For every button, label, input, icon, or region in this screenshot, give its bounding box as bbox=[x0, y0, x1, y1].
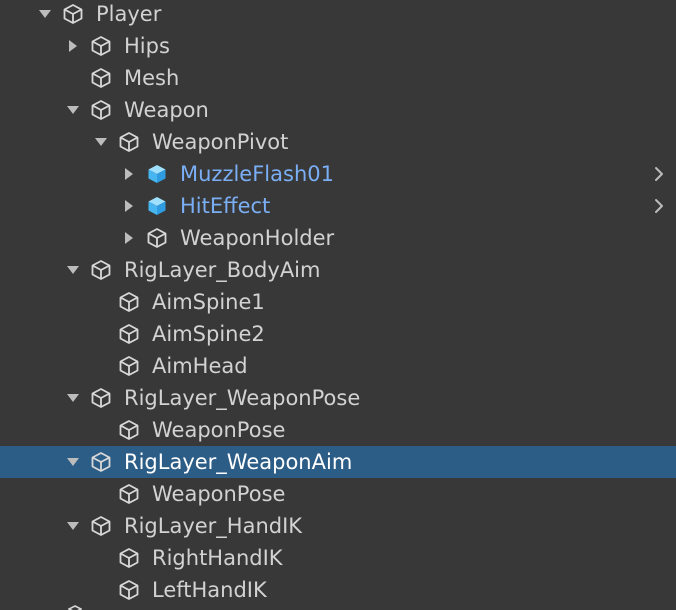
hierarchy-item-label: Mesh bbox=[124, 66, 180, 90]
hierarchy-row[interactable]: WeaponPose bbox=[0, 478, 676, 510]
hierarchy-item-label: MuzzleFlash01 bbox=[180, 162, 334, 186]
hierarchy-row[interactable]: AimSpine1 bbox=[0, 286, 676, 318]
hierarchy-item-label: Weapon bbox=[124, 98, 209, 122]
expand-arrow-right-icon[interactable] bbox=[64, 37, 82, 55]
expand-arrow-down-icon[interactable] bbox=[36, 5, 54, 23]
gameobject-cube-icon bbox=[118, 579, 140, 601]
expand-arrow-down-icon[interactable] bbox=[64, 261, 82, 279]
hierarchy-row[interactable]: HitEffect bbox=[0, 190, 676, 222]
hierarchy-item-label: RigLayer_WeaponAim bbox=[124, 450, 353, 474]
hierarchy-row[interactable]: LeftHandIK bbox=[0, 574, 676, 606]
hierarchy-item-label: WeaponHolder bbox=[180, 226, 335, 250]
hierarchy-item-label: LeftHandIK bbox=[152, 578, 267, 602]
hierarchy-item-label: HitEffect bbox=[180, 194, 271, 218]
hierarchy-row[interactable]: WeaponPose bbox=[0, 414, 676, 446]
expand-arrow-right-icon[interactable] bbox=[120, 165, 138, 183]
gameobject-cube-icon bbox=[90, 35, 112, 57]
hierarchy-row[interactable]: MuzzleFlash01 bbox=[0, 158, 676, 190]
expand-arrow-down-icon[interactable] bbox=[64, 517, 82, 535]
expand-arrow-right-icon[interactable] bbox=[120, 197, 138, 215]
gameobject-cube-icon bbox=[118, 355, 140, 377]
gameobject-cube-icon bbox=[90, 67, 112, 89]
hierarchy-row[interactable]: RightHandIK bbox=[0, 542, 676, 574]
hierarchy-row[interactable]: RigLayer_WeaponAim bbox=[0, 446, 676, 478]
hierarchy-item-label: RigLayer_WeaponPose bbox=[124, 386, 361, 410]
hierarchy-row[interactable]: RigLayer_HandIK bbox=[0, 510, 676, 542]
gameobject-cube-icon bbox=[90, 515, 112, 537]
hierarchy-row[interactable]: Player bbox=[0, 0, 676, 30]
expand-arrow-down-icon[interactable] bbox=[64, 101, 82, 119]
gameobject-cube-icon bbox=[118, 291, 140, 313]
expand-arrow-down-icon[interactable] bbox=[92, 133, 110, 151]
chevron-right-icon[interactable] bbox=[652, 197, 666, 215]
prefab-cube-icon bbox=[146, 195, 168, 217]
hierarchy-row[interactable]: AimHead bbox=[0, 350, 676, 382]
expand-arrow-right-icon[interactable] bbox=[120, 229, 138, 247]
gameobject-cube-icon bbox=[118, 547, 140, 569]
hierarchy-row[interactable]: RigLayer_WeaponPose bbox=[0, 382, 676, 414]
hierarchy-item-label: RigLayer_BodyAim bbox=[124, 258, 321, 282]
hierarchy-item-label: AimHead bbox=[152, 354, 248, 378]
chevron-right-icon[interactable] bbox=[652, 165, 666, 183]
gameobject-cube-icon bbox=[118, 323, 140, 345]
hierarchy-item-label: RigLayer_HandIK bbox=[124, 514, 303, 538]
gameobject-cube-icon bbox=[90, 259, 112, 281]
hierarchy-item-label: AimSpine2 bbox=[152, 322, 265, 346]
prefab-cube-icon bbox=[146, 163, 168, 185]
hierarchy-item-label: WeaponPose bbox=[152, 418, 286, 442]
hierarchy-row[interactable]: Hips bbox=[0, 30, 676, 62]
hierarchy-item-label: Hips bbox=[124, 34, 170, 58]
gameobject-cube-icon bbox=[90, 387, 112, 409]
expand-arrow-down-icon[interactable] bbox=[64, 453, 82, 471]
hierarchy-row[interactable]: Mesh bbox=[0, 62, 676, 94]
hierarchy-item-label: RightHandIK bbox=[152, 546, 283, 570]
hierarchy-item-label: WeaponPivot bbox=[152, 130, 289, 154]
gameobject-cube-icon bbox=[118, 483, 140, 505]
gameobject-cube-icon bbox=[67, 604, 83, 610]
gameobject-cube-icon bbox=[90, 451, 112, 473]
gameobject-cube-icon bbox=[62, 3, 84, 25]
gameobject-cube-icon bbox=[90, 99, 112, 121]
hierarchy-row[interactable]: RigLayer_BodyAim bbox=[0, 254, 676, 286]
hierarchy-row[interactable]: WeaponHolder bbox=[0, 222, 676, 254]
hierarchy-item-label: AimSpine1 bbox=[152, 290, 265, 314]
hierarchy-row[interactable]: WeaponPivot bbox=[0, 126, 676, 158]
hierarchy-row[interactable]: Weapon bbox=[0, 94, 676, 126]
gameobject-cube-icon bbox=[146, 227, 168, 249]
expand-arrow-down-icon[interactable] bbox=[64, 389, 82, 407]
hierarchy-item-label: Player bbox=[96, 2, 162, 26]
gameobject-cube-icon bbox=[118, 131, 140, 153]
hierarchy-panel: Player Hips Mesh Weapon WeaponPivot MuzzleFla… bbox=[0, 0, 676, 610]
hierarchy-row[interactable]: AimSpine2 bbox=[0, 318, 676, 350]
gameobject-cube-icon bbox=[118, 419, 140, 441]
hierarchy-item-label: WeaponPose bbox=[152, 482, 286, 506]
